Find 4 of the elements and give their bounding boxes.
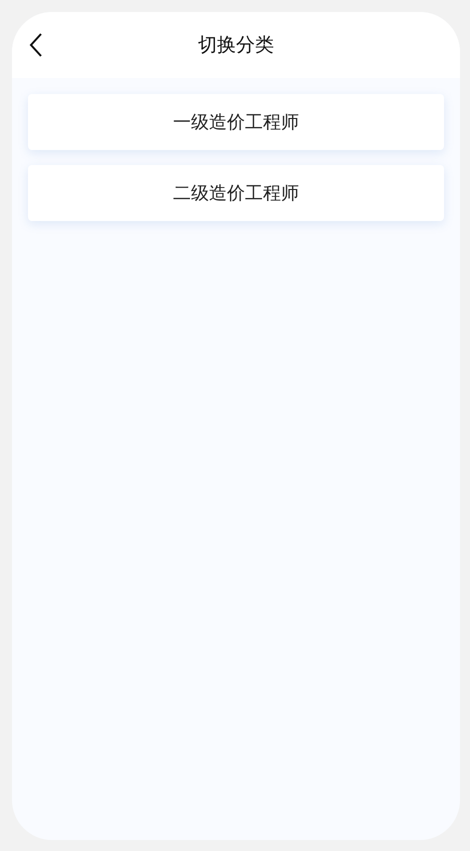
back-icon[interactable]: [28, 32, 44, 58]
category-item[interactable]: 一级造价工程师: [28, 94, 444, 150]
page-title: 切换分类: [198, 32, 274, 58]
category-item[interactable]: 二级造价工程师: [28, 165, 444, 221]
